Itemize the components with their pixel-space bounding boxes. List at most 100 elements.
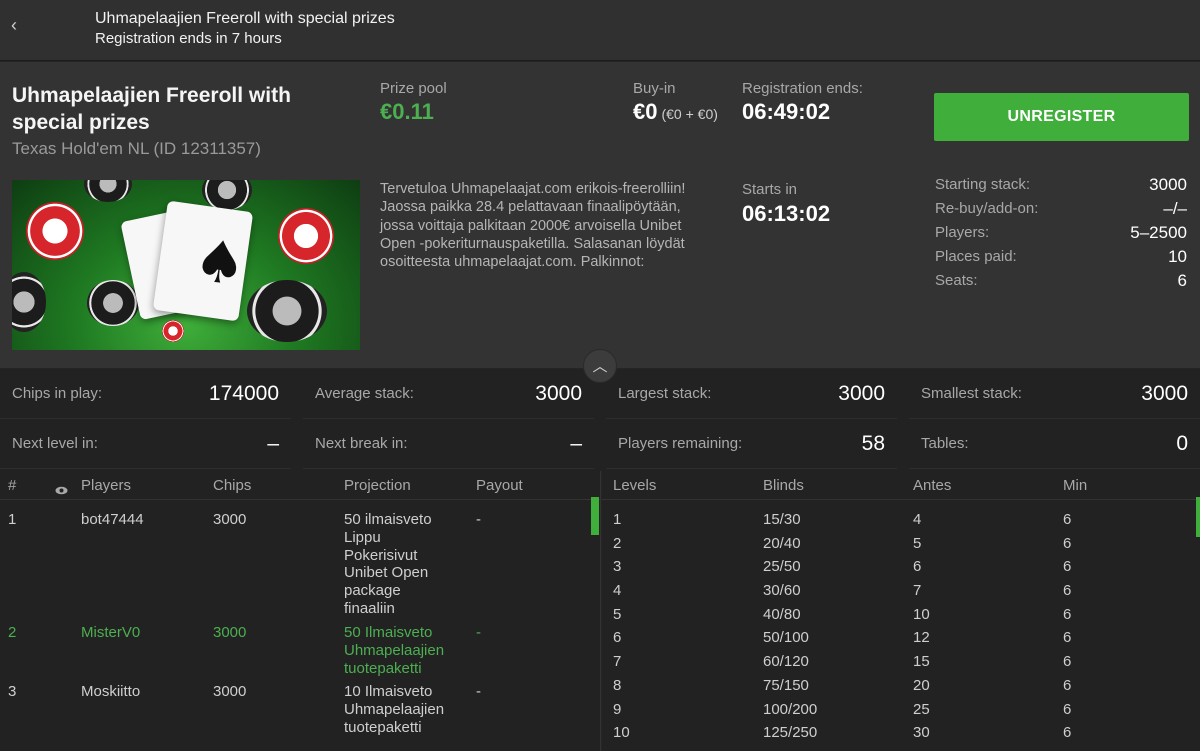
table-row: 4 30/60 7 6 — [602, 579, 1200, 603]
info-value: –/– — [1163, 199, 1187, 218]
min-cell: 6 — [1063, 653, 1072, 671]
blinds-cell: 60/120 — [763, 653, 809, 671]
level-cell: 4 — [613, 582, 622, 600]
level-cell: 3 — [613, 558, 622, 576]
chevron-up-icon[interactable]: ︿ — [583, 349, 617, 383]
tournament-header: Uhmapelaajien Freeroll with special priz… — [0, 62, 1200, 368]
unregister-button[interactable]: UNREGISTER — [934, 93, 1189, 141]
spade-card-icon: ♠ — [152, 200, 254, 322]
rank-cell: 3 — [8, 683, 17, 700]
antes-cell: 10 — [913, 605, 930, 623]
info-row-players: Players: 5–2500 — [935, 221, 1187, 245]
tournament-stats: Chips in play: 174000 Average stack: 3000 … — [0, 369, 1200, 471]
level-cell: 1 — [613, 511, 622, 528]
stat-value: – — [570, 431, 582, 455]
stat-value: 58 — [861, 431, 885, 455]
info-value: 6 — [1177, 271, 1187, 290]
black-chip-icon — [247, 280, 327, 342]
payout-header[interactable]: Payout — [476, 474, 523, 498]
projection-header[interactable]: Projection — [344, 474, 411, 498]
blinds-header: Blinds — [763, 477, 804, 494]
red-chip-icon — [278, 208, 334, 264]
chips-header[interactable]: Chips — [213, 474, 251, 498]
table-row: 1 15/30 4 6 — [602, 508, 1200, 532]
info-label: Starting stack: — [935, 176, 1031, 193]
starts-in-label: Starts in — [742, 181, 798, 198]
buyin-amount: €0 — [633, 99, 658, 124]
table-row: 8 75/150 20 6 — [602, 674, 1200, 698]
antes-cell: 6 — [913, 558, 922, 576]
level-cell: 5 — [613, 605, 622, 623]
min-cell: 6 — [1063, 511, 1072, 528]
payout-cell: - — [476, 683, 481, 700]
table-row[interactable]: 1 bot47444 3000 50 ilmaisveto Lippu Poke… — [0, 511, 600, 624]
antes-cell: 7 — [913, 582, 922, 600]
antes-cell: 30 — [913, 724, 930, 742]
payout-cell: - — [476, 511, 481, 528]
stat-largest-stack: Largest stack: 3000 — [606, 369, 897, 419]
stat-chips-in-play: Chips in play: 174000 — [0, 369, 291, 419]
min-cell: 6 — [1063, 629, 1072, 647]
levels-table-header: Levels Blinds Antes Min — [602, 471, 1200, 500]
stat-value: 0 — [1176, 431, 1188, 455]
blinds-cell: 125/250 — [763, 724, 818, 742]
stat-label: Tables: — [921, 435, 969, 452]
chips-cell: 3000 — [213, 624, 247, 641]
blinds-cell: 25/50 — [763, 558, 801, 576]
players-header[interactable]: Players — [81, 474, 131, 498]
info-value: 3000 — [1149, 175, 1187, 194]
blinds-cell: 50/100 — [763, 629, 809, 647]
black-chip-icon — [87, 280, 139, 326]
stat-players-remaining: Players remaining: 58 — [606, 419, 897, 469]
tournament-info: Starting stack: 3000 Re-buy/add-on: –/– Pl… — [935, 173, 1187, 293]
antes-cell: 4 — [913, 511, 922, 528]
projection-cell: 10 Ilmaisveto Uhmapelaajien tuotepaketti — [344, 683, 445, 736]
table-row: 10 125/250 30 6 — [602, 721, 1200, 745]
blinds-cell: 100/200 — [763, 700, 818, 718]
topbar-title: Uhmapelaajien Freeroll with special priz… — [95, 10, 395, 27]
stat-next-level: Next level in: – — [0, 419, 291, 469]
player-cell: MisterV0 — [81, 624, 141, 641]
projection-cell: 50 Ilmaisveto Uhmapelaajien tuotepaketti — [344, 624, 445, 677]
rank-header[interactable]: # — [8, 474, 16, 498]
levels-table[interactable]: Levels Blinds Antes Min 1 15/30 4 6 2 20/40 5 6… — [602, 471, 1200, 751]
info-row-starting-stack: Starting stack: 3000 — [935, 173, 1187, 197]
player-cell: bot47444 — [81, 511, 144, 528]
chevron-left-icon[interactable]: ‹ — [6, 14, 22, 36]
table-row[interactable]: 3 Moskiitto 3000 10 Ilmaisveto Uhmapelaa… — [0, 683, 600, 742]
registration-ends-label: Registration ends: — [742, 80, 863, 97]
scrollbar[interactable] — [591, 497, 599, 535]
min-cell: 6 — [1063, 534, 1072, 552]
blinds-cell: 20/40 — [763, 534, 801, 552]
red-chip-icon — [26, 202, 84, 260]
stat-value: 3000 — [535, 381, 582, 405]
blinds-cell: 40/80 — [763, 605, 801, 623]
info-label: Places paid: — [935, 248, 1017, 265]
scrollbar[interactable] — [1196, 497, 1200, 537]
blinds-cell: 30/60 — [763, 582, 801, 600]
rank-cell: 2 — [8, 624, 17, 641]
black-chip-icon — [12, 272, 46, 332]
min-cell: 6 — [1063, 558, 1072, 576]
table-row[interactable]: 2 MisterV0 3000 50 Ilmaisveto Uhmapelaaj… — [0, 624, 600, 683]
players-table[interactable]: # Players Chips Projection Payout 1 bot4… — [0, 471, 601, 751]
prize-pool-label: Prize pool — [380, 80, 447, 97]
stat-label: Next level in: — [12, 435, 98, 452]
tournament-game: Texas Hold'em NL (ID 12311357) — [12, 139, 261, 158]
buyin-value: €0 (€0 + €0) — [633, 99, 718, 125]
red-chip-icon — [162, 320, 184, 342]
info-row-seats: Seats: 6 — [935, 269, 1187, 293]
info-row-places-paid: Places paid: 10 — [935, 245, 1187, 269]
prize-pool-value: €0.11 — [380, 99, 434, 124]
level-cell: 8 — [613, 676, 622, 694]
table-row: 9 100/200 25 6 — [602, 698, 1200, 722]
min-cell: 6 — [1063, 724, 1072, 742]
min-cell: 6 — [1063, 605, 1072, 623]
stat-value: 174000 — [208, 381, 279, 405]
table-row: 2 20/40 5 6 — [602, 532, 1200, 556]
stat-value: 3000 — [838, 381, 885, 405]
antes-cell: 12 — [913, 629, 930, 647]
stat-label: Players remaining: — [618, 435, 743, 452]
projection-cell: 50 ilmaisveto Lippu Pokerisivut Unibet O… — [344, 511, 432, 617]
eye-icon[interactable] — [55, 479, 68, 503]
